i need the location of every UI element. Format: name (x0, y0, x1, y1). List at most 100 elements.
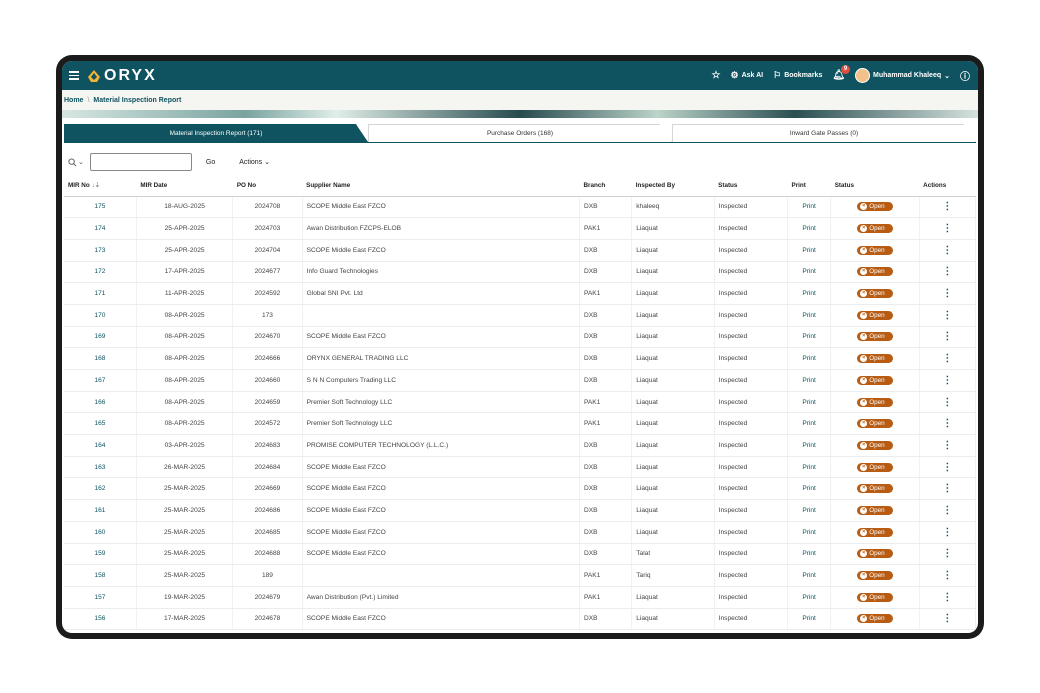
print-link[interactable]: Print (787, 586, 832, 609)
search-input[interactable] (89, 153, 192, 171)
print-link[interactable]: Print (787, 282, 832, 305)
mir-no-link[interactable]: 170 (64, 304, 137, 327)
kebab-menu-icon[interactable]: ⋮ (942, 418, 952, 429)
header-supplier-name[interactable]: Supplier Name (302, 176, 580, 197)
mir-no-link[interactable]: 169 (64, 326, 137, 349)
supplier-name-cell: Awan Distribution (Pvt.) Limited (302, 586, 581, 609)
kebab-menu-icon[interactable]: ⋮ (942, 223, 952, 234)
tab-material-inspection-report[interactable]: Material Inspection Report (171) (64, 124, 368, 142)
kebab-menu-icon[interactable]: ⋮ (942, 592, 952, 603)
print-link[interactable]: Print (787, 369, 832, 392)
mir-no-link[interactable]: 173 (64, 239, 137, 262)
kebab-menu-icon[interactable]: ⋮ (942, 288, 952, 299)
mir-no-link[interactable]: 171 (64, 282, 137, 305)
print-link[interactable]: Print (787, 564, 832, 587)
print-link[interactable]: Print (787, 326, 832, 349)
header-mir-no[interactable]: MIR No ↓⇣ (64, 176, 137, 197)
header-po-no[interactable]: PO No (232, 176, 303, 197)
header-actions[interactable]: Actions (919, 176, 976, 197)
print-link[interactable]: Print (787, 196, 832, 219)
print-link[interactable]: Print (787, 304, 832, 327)
hamburger-menu-icon[interactable] (69, 71, 79, 80)
mir-no-link[interactable]: 160 (64, 521, 137, 544)
header-status-badge[interactable]: Status (830, 176, 920, 197)
mir-no-link[interactable]: 156 (64, 608, 137, 631)
kebab-menu-icon[interactable]: ⋮ (942, 570, 952, 581)
mir-no-link[interactable]: 164 (64, 434, 137, 457)
kebab-menu-icon[interactable]: ⋮ (942, 331, 952, 342)
print-link[interactable]: Print (787, 261, 832, 284)
breadcrumb-home[interactable]: Home (64, 97, 83, 104)
kebab-menu-icon[interactable]: ⋮ (942, 353, 952, 364)
print-link[interactable]: Print (787, 239, 832, 262)
ask-ai-button[interactable]: ⚙ Ask AI (731, 70, 764, 81)
mir-no-link[interactable]: 165 (64, 412, 137, 436)
mir-no-link[interactable]: 167 (64, 369, 137, 392)
print-link[interactable]: Print (787, 477, 832, 501)
branch-cell: DXB (579, 521, 633, 544)
print-link[interactable]: Print (787, 499, 832, 522)
print-link[interactable]: Print (787, 434, 832, 457)
mir-no-link[interactable]: 157 (64, 586, 137, 609)
kebab-menu-icon[interactable]: ⋮ (942, 440, 952, 451)
print-link[interactable]: Print (787, 543, 832, 566)
actions-menu-button[interactable]: Actions ⌄ (239, 158, 270, 166)
inspected-by-cell: Liaquat (631, 586, 715, 609)
mir-no-link[interactable]: 158 (64, 564, 137, 587)
print-link[interactable]: Print (787, 521, 832, 544)
po-no-cell: 2024708 (232, 196, 303, 219)
status-badge-cell: × Open (830, 239, 920, 262)
mir-no-link[interactable]: 163 (64, 456, 137, 479)
print-link[interactable]: Print (787, 412, 832, 436)
bookmarks-button[interactable]: ⚐ Bookmarks (773, 70, 822, 81)
header-branch[interactable]: Branch (579, 176, 632, 197)
status-badge-label: Open (869, 528, 885, 536)
kebab-menu-icon[interactable]: ⋮ (942, 527, 952, 538)
kebab-menu-icon[interactable]: ⋮ (942, 397, 952, 408)
kebab-menu-icon[interactable]: ⋮ (942, 613, 952, 624)
mir-no-link[interactable]: 175 (64, 196, 137, 219)
app-logo[interactable]: ORYX (87, 67, 157, 85)
mir-no-link[interactable]: 174 (64, 217, 137, 240)
header-print[interactable]: Print (787, 176, 831, 197)
info-icon[interactable]: ⓘ (960, 68, 970, 83)
table-row: 173 25-APR-2025 2024704 SCOPE Middle East F… (64, 239, 976, 262)
breadcrumb-separator: \ (87, 96, 90, 104)
user-menu[interactable]: Muhammad Khaleeq ⌄ (855, 68, 950, 83)
kebab-menu-icon[interactable]: ⋮ (942, 245, 952, 256)
avatar (855, 68, 871, 83)
print-link[interactable]: Print (787, 456, 832, 479)
kebab-menu-icon[interactable]: ⋮ (942, 201, 952, 212)
star-icon[interactable]: ☆ (712, 70, 721, 81)
po-no-cell: 2024660 (232, 369, 303, 392)
mir-no-link[interactable]: 159 (64, 543, 137, 566)
kebab-menu-icon[interactable]: ⋮ (942, 548, 952, 559)
print-link[interactable]: Print (787, 391, 832, 414)
header-mir-date[interactable]: MIR Date (136, 176, 233, 197)
mir-no-link[interactable]: 162 (64, 477, 137, 501)
tab-inward-gate-passes[interactable]: Inward Gate Passes (0) (672, 124, 976, 142)
status-badge-cell: × Open (830, 521, 920, 544)
status-cell: Inspected (714, 521, 789, 544)
search-column-selector[interactable]: ⌄ (68, 157, 84, 167)
print-link[interactable]: Print (787, 347, 832, 370)
mir-date-cell: 25-MAR-2025 (136, 477, 234, 501)
tab-purchase-orders[interactable]: Purchase Orders (168) (368, 124, 672, 142)
status-badge: × Open (857, 267, 893, 277)
kebab-menu-icon[interactable]: ⋮ (942, 310, 952, 321)
header-status[interactable]: Status (714, 176, 788, 197)
header-inspected-by[interactable]: Inspected By (631, 176, 715, 197)
mir-no-link[interactable]: 161 (64, 499, 137, 522)
print-link[interactable]: Print (787, 217, 832, 240)
mir-no-link[interactable]: 172 (64, 261, 137, 284)
print-link[interactable]: Print (787, 608, 832, 631)
mir-no-link[interactable]: 168 (64, 347, 137, 370)
mir-no-link[interactable]: 166 (64, 391, 137, 414)
notifications-button[interactable]: 🔔︎ 9 (832, 65, 851, 81)
kebab-menu-icon[interactable]: ⋮ (942, 375, 952, 386)
kebab-menu-icon[interactable]: ⋮ (942, 505, 952, 516)
kebab-menu-icon[interactable]: ⋮ (942, 462, 952, 473)
go-button[interactable]: Go (206, 159, 215, 166)
kebab-menu-icon[interactable]: ⋮ (942, 266, 952, 277)
kebab-menu-icon[interactable]: ⋮ (942, 483, 952, 494)
